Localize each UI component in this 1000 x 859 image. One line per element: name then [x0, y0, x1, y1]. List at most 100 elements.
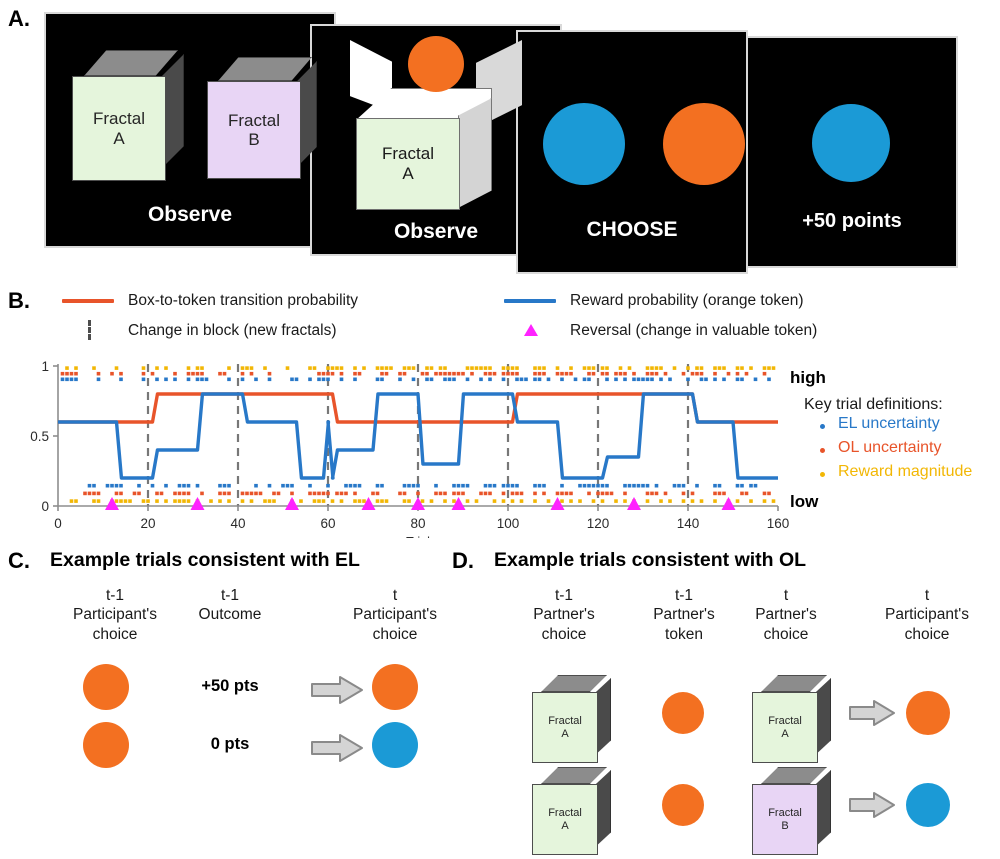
trial-marker-reward_magnitude [380, 366, 384, 370]
trial-marker-el_uncertainty [641, 377, 645, 382]
reversal-marker [105, 497, 119, 510]
trial-marker-reward_magnitude [173, 499, 177, 503]
trial-marker-ol_uncertainty [713, 371, 717, 376]
trial-marker-ol_uncertainty [744, 371, 749, 376]
trial-marker-reward_magnitude [429, 366, 434, 370]
trial-marker-ol_uncertainty [506, 371, 510, 376]
cube-label-line1: Fractal [93, 109, 145, 129]
key-definitions-title: Key trial definitions: [804, 396, 943, 413]
trial-marker-el_uncertainty [735, 377, 740, 382]
trial-marker-reward_magnitude [407, 499, 411, 503]
cube-label-line1: Fractal [768, 807, 802, 820]
trial-marker-ol_uncertainty [735, 371, 740, 376]
trial-marker-ol_uncertainty [110, 371, 114, 376]
trial-marker-reward_magnitude [510, 499, 515, 503]
trial-marker-reward_magnitude [308, 366, 312, 370]
trial-marker-el_uncertainty [713, 483, 717, 488]
trial-marker-ol_uncertainty [186, 491, 191, 496]
trial-marker-reward_magnitude [668, 499, 672, 503]
trial-marker-el_uncertainty [285, 483, 290, 488]
trial-marker-el_uncertainty [632, 483, 636, 488]
cube-fractal-b-1: Fractal B [207, 57, 325, 185]
x-tick-label: 20 [140, 516, 155, 531]
trial-marker-ol_uncertainty [119, 491, 123, 496]
trial-marker-reward_magnitude [429, 499, 434, 503]
cube-label-line2: B [248, 130, 260, 149]
trial-marker-el_uncertainty [722, 377, 726, 382]
trial-marker-reward_magnitude [690, 499, 695, 503]
trial-marker-reward_magnitude [474, 499, 479, 503]
trial-marker-reward_magnitude [600, 499, 605, 503]
cube-top-face [541, 675, 607, 692]
trial-marker-el_uncertainty [645, 377, 650, 382]
trial-marker-ol_uncertainty [681, 491, 686, 496]
trial-marker-el_uncertainty [87, 483, 92, 488]
trial-marker-reward_magnitude [317, 499, 321, 503]
trial-marker-el_uncertainty [501, 377, 506, 382]
trial-marker-reward_magnitude [623, 499, 627, 503]
trial-marker-ol_uncertainty [654, 491, 659, 496]
trial-marker-ol_uncertainty [249, 371, 254, 376]
trial-marker-ol_uncertainty [74, 371, 78, 376]
trial-marker-reward_magnitude [357, 499, 362, 503]
trial-marker-ol_uncertainty [744, 491, 749, 496]
trial-marker-ol_uncertainty [564, 491, 569, 496]
trial-marker-el_uncertainty [308, 483, 312, 488]
trial-marker-reward_magnitude [506, 366, 510, 370]
trial-marker-el_uncertainty [740, 377, 744, 382]
trial-marker-el_uncertainty [501, 483, 506, 488]
trial-marker-el_uncertainty [699, 377, 704, 382]
trial-marker-el_uncertainty [600, 483, 605, 488]
trial-marker-ol_uncertainty [114, 491, 119, 496]
trial-marker-reward_magnitude [402, 499, 407, 503]
y-tick-label: 0.5 [30, 429, 49, 444]
trial-marker-el_uncertainty [668, 377, 672, 382]
trial-marker-el_uncertainty [326, 483, 330, 488]
trial-marker-reward_magnitude [339, 499, 344, 503]
trial-marker-el_uncertainty [195, 377, 200, 382]
trial-marker-ol_uncertainty [447, 371, 452, 376]
trial-marker-el_uncertainty [380, 377, 384, 382]
trial-marker-el_uncertainty [672, 483, 677, 488]
cube-top-face [761, 675, 827, 692]
d-col-time-2: t [783, 587, 789, 604]
trial-marker-ol_uncertainty [353, 491, 357, 496]
trial-marker-ol_uncertainty [326, 491, 330, 496]
reversal-marker [411, 497, 425, 510]
trial-marker-ol_uncertainty [443, 491, 447, 496]
trial-marker-reward_magnitude [114, 366, 119, 370]
panel-c-title: Example trials consistent with EL [50, 549, 360, 571]
trial-marker-el_uncertainty [227, 377, 231, 382]
trial-marker-ol_uncertainty [519, 491, 524, 496]
box-label-line1: Fractal [382, 144, 434, 164]
trial-marker-ol_uncertainty [569, 371, 573, 376]
trial-marker-ol_uncertainty [681, 371, 686, 376]
token-orange-popup [408, 36, 464, 92]
trial-marker-reward_magnitude [375, 366, 380, 370]
trial-marker-reward_magnitude [443, 366, 447, 370]
trial-marker-reward_magnitude [713, 366, 717, 370]
trial-marker-reward_magnitude [362, 366, 366, 370]
cube-label-line1: Fractal [548, 715, 582, 728]
trial-marker-el_uncertainty [92, 483, 96, 488]
trial-marker-el_uncertainty [222, 483, 227, 488]
trial-marker-el_uncertainty [353, 483, 357, 488]
d-col-name-2a: Partner's [755, 606, 817, 624]
legend-label-transition: Box-to-token transition probability [128, 292, 359, 309]
trial-marker-el_uncertainty [605, 377, 609, 382]
x-tick-label: 120 [587, 516, 610, 531]
trial-marker-reward_magnitude [65, 366, 69, 370]
trial-marker-reward_magnitude [659, 366, 663, 370]
trial-marker-ol_uncertainty [762, 491, 767, 496]
trial-marker-reward_magnitude [582, 366, 587, 370]
trial-marker-el_uncertainty [686, 377, 690, 382]
trial-marker-el_uncertainty [614, 377, 618, 382]
trial-marker-ol_uncertainty [434, 371, 438, 376]
trial-marker-reward_magnitude [695, 366, 699, 370]
trial-marker-el_uncertainty [186, 377, 191, 382]
choice-token-orange[interactable] [663, 103, 745, 185]
trial-timeline-svg: 0 0.5 1 0 20 40 60 80 100 120 140 160 Trial [30, 359, 789, 549]
cube-fractal-a-1: Fractal A [72, 50, 190, 185]
trial-marker-reward_magnitude [186, 366, 191, 370]
choice-token-blue[interactable] [543, 103, 625, 185]
